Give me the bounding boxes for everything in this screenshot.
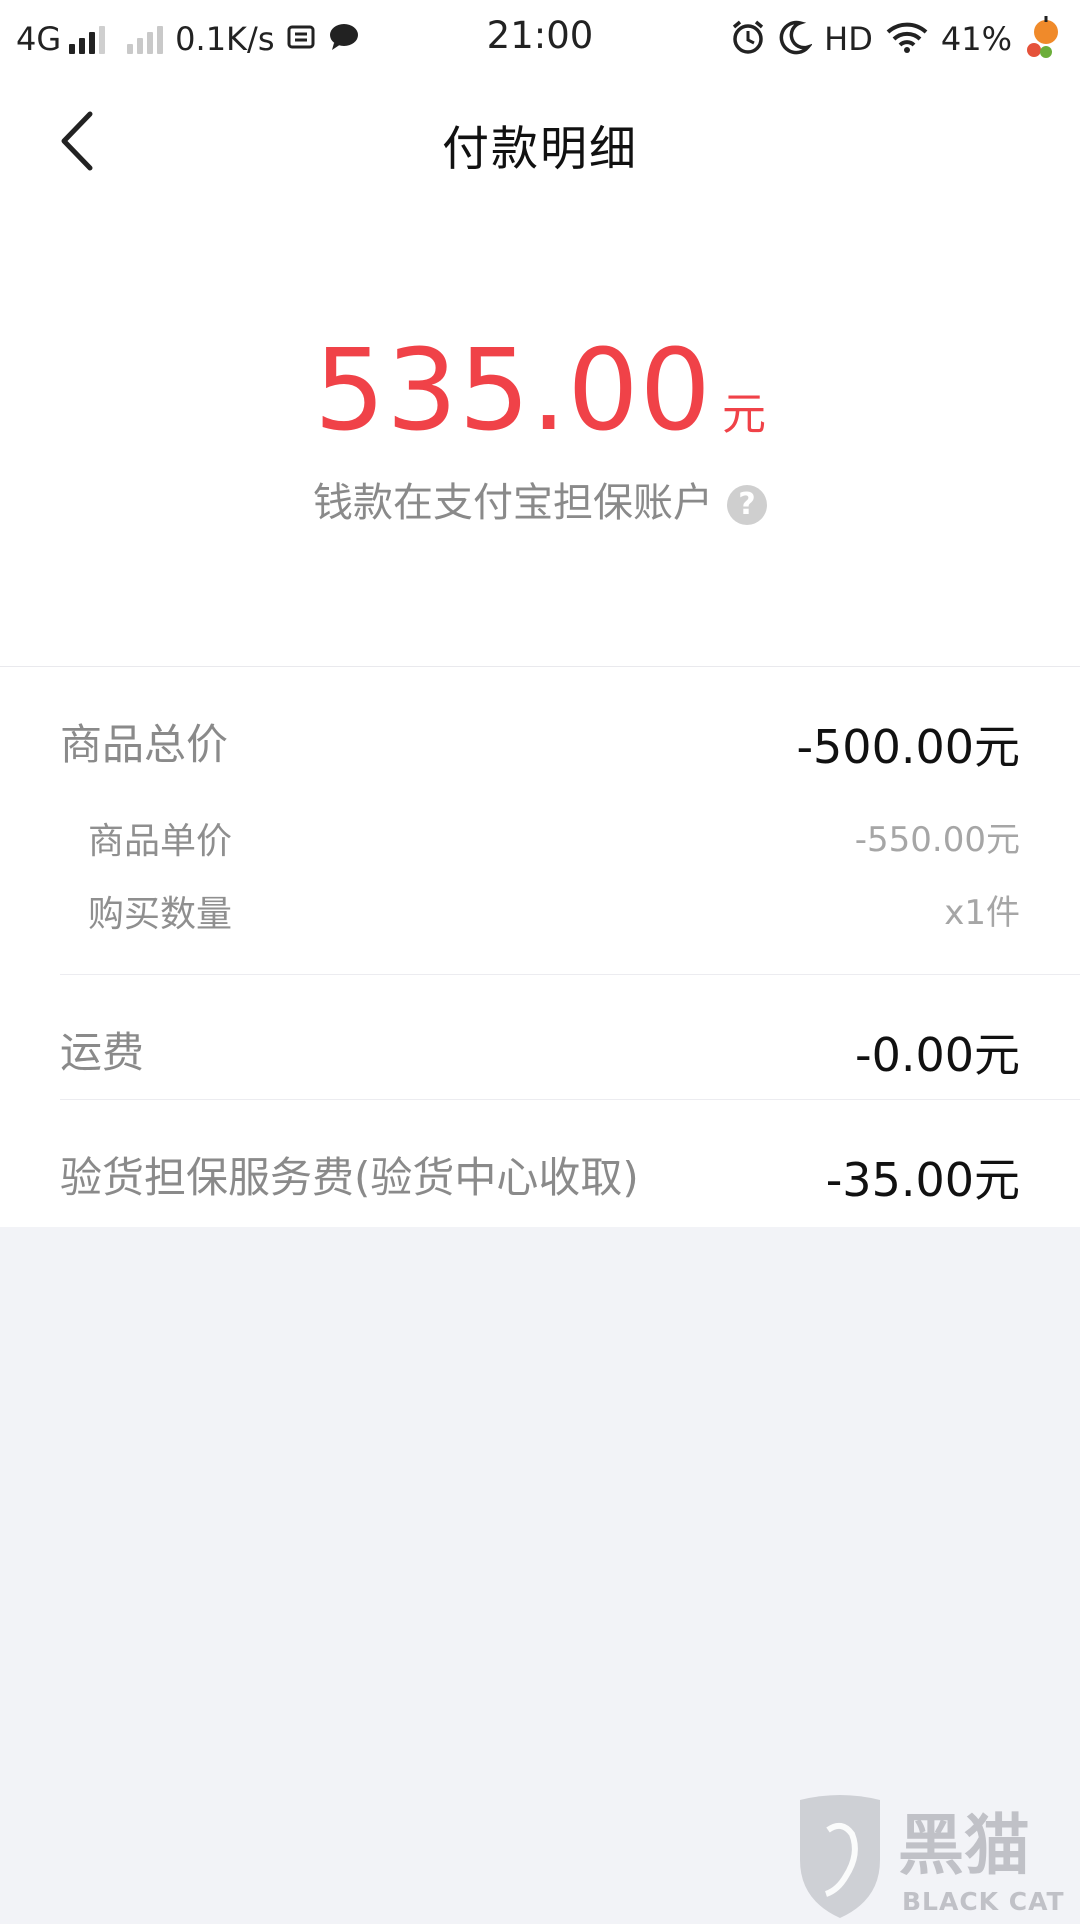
detail-row-inspection-fee: 验货担保服务费(验货中心收取) -35.00元 xyxy=(60,1144,1020,1207)
detail-label: 验货担保服务费(验货中心收取) xyxy=(60,1153,639,1202)
detail-value: -0.00元 xyxy=(854,1028,1020,1082)
detail-row-unit-price: 商品单价 -550.00元 xyxy=(88,812,1020,862)
escrow-row: 钱款在支付宝担保账户? xyxy=(0,470,1080,528)
amount-unit: 元 xyxy=(721,389,766,440)
total-amount: 535.00 xyxy=(314,326,712,456)
battery-level: 41% xyxy=(940,20,1012,58)
alarm-icon xyxy=(730,19,766,59)
mascot-icon xyxy=(1024,14,1060,64)
detail-label: 商品单价 xyxy=(88,821,233,862)
hd-label: HD xyxy=(824,20,873,58)
status-right: HD 41% xyxy=(718,14,1060,64)
detail-row-shipping: 运费 -0.00元 xyxy=(60,1019,1020,1082)
fee-details: 商品总价 -500.00元 商品单价 -550.00元 购买数量 x1件 运费 … xyxy=(0,667,1080,1227)
payment-summary: 535.00 元 钱款在支付宝担保账户? xyxy=(0,206,1080,666)
detail-value: -500.00元 xyxy=(796,720,1020,774)
detail-label: 购买数量 xyxy=(88,894,233,935)
watermark-en: BLACK CAT xyxy=(902,1887,1065,1916)
detail-row-quantity: 购买数量 x1件 xyxy=(88,885,1020,935)
status-bar: 4G 0.1K/s 21:00 HD 41% xyxy=(0,0,1080,76)
detail-label: 运费 xyxy=(60,1028,145,1077)
escrow-text: 钱款在支付宝担保账户 xyxy=(313,480,713,526)
detail-row-goods-total: 商品总价 -500.00元 xyxy=(60,711,1020,774)
detail-value: -550.00元 xyxy=(854,820,1020,860)
wifi-icon xyxy=(885,20,929,58)
amount-row: 535.00 元 xyxy=(0,326,1080,456)
page-title: 付款明细 xyxy=(442,122,638,177)
app-header: 付款明细 xyxy=(0,76,1080,206)
help-icon[interactable]: ? xyxy=(727,485,767,525)
divider xyxy=(60,1099,1080,1100)
divider xyxy=(60,974,1080,975)
moon-icon xyxy=(778,19,814,59)
watermark-cn: 黑猫 xyxy=(898,1807,1030,1884)
detail-value: -35.00元 xyxy=(825,1153,1020,1207)
detail-value: x1件 xyxy=(944,893,1020,933)
black-cat-watermark: 黑猫 BLACK CAT xyxy=(790,1790,1080,1920)
detail-label: 商品总价 xyxy=(60,720,229,769)
